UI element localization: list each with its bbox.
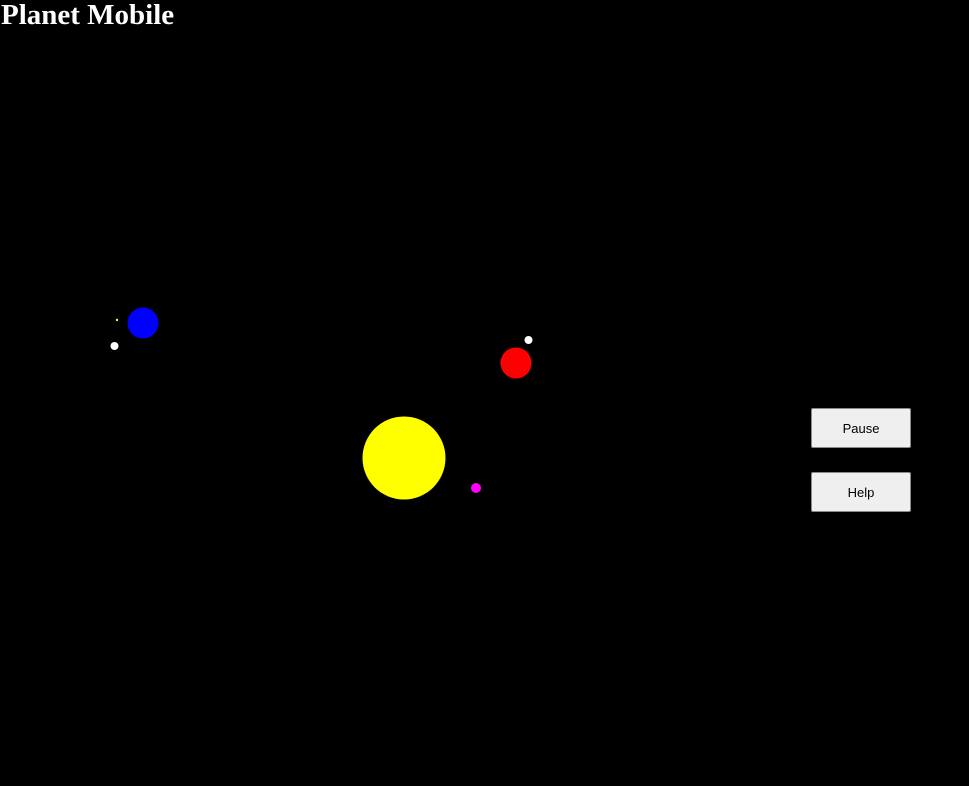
red-planet	[500, 347, 532, 379]
blue-planet-moon	[110, 342, 119, 350]
magenta-planet	[471, 483, 481, 493]
solar-system-canvas	[110, 307, 533, 500]
blue-planet-small-moon	[115, 318, 119, 322]
red-planet-moon	[524, 336, 533, 344]
sun	[362, 416, 446, 500]
blue-planet	[127, 307, 159, 339]
pause-button[interactable]: Pause	[811, 408, 911, 448]
help-button[interactable]: Help	[811, 472, 911, 512]
